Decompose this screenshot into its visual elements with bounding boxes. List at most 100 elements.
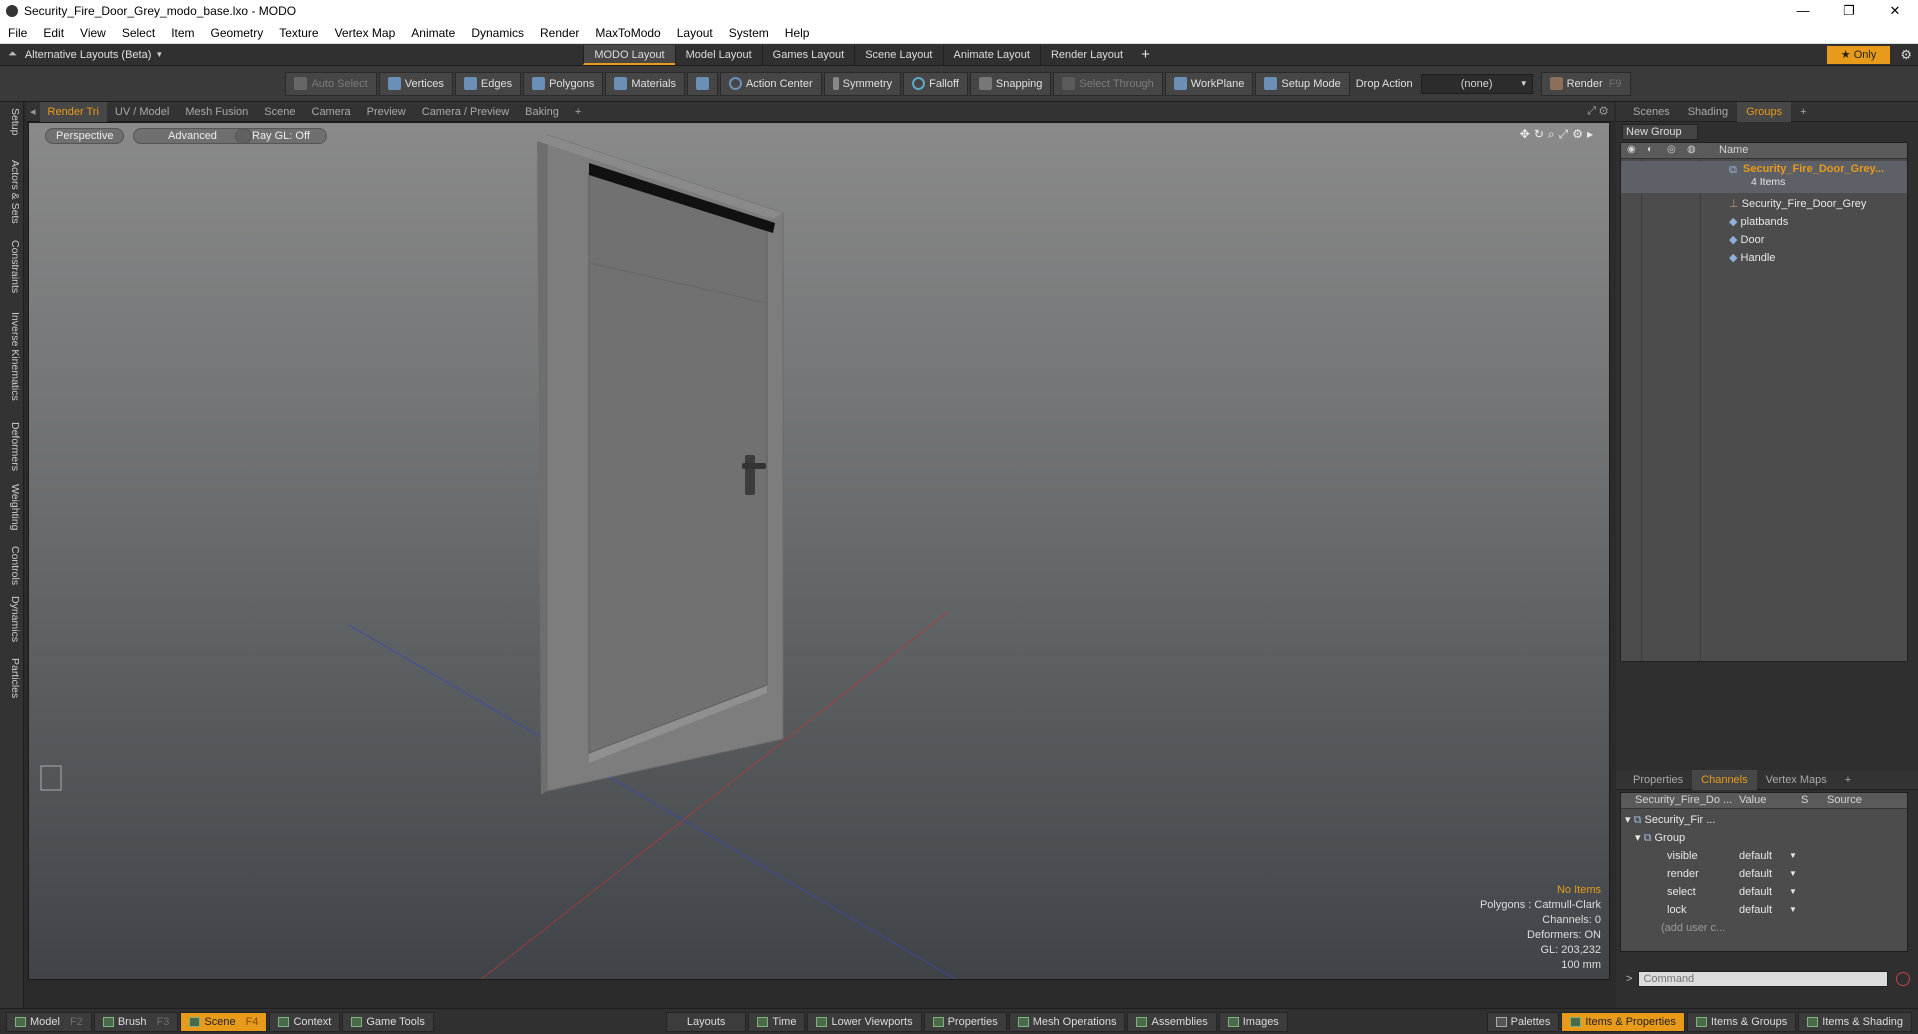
3d-viewport[interactable]: Perspective Advanced Ray GL: Off ✥↻⌕⤢⚙▸ … (28, 122, 1610, 980)
items-properties-button[interactable]: Items & Properties (1561, 1011, 1685, 1032)
tab-model-layout[interactable]: Model Layout (674, 44, 762, 65)
vtab-controls[interactable]: Controls (9, 546, 21, 585)
menu-animate[interactable]: Animate (403, 26, 463, 40)
workplane-button[interactable]: WorkPlane (1164, 71, 1254, 96)
channel-value[interactable]: default (1739, 865, 1772, 883)
menu-help[interactable]: Help (777, 26, 818, 40)
render-button[interactable]: Render F9 (1540, 71, 1631, 96)
vtab-inverse-kinematics[interactable]: Inverse Kinematics (9, 312, 21, 401)
chevron-down-icon[interactable]: ▼ (1789, 901, 1797, 919)
menu-system[interactable]: System (721, 26, 777, 40)
list-item[interactable]: ◆ Handle (1729, 249, 1775, 267)
items-groups-button[interactable]: Items & Groups (1686, 1011, 1797, 1032)
tab-games-layout[interactable]: Games Layout (761, 44, 855, 65)
vertices-button[interactable]: Vertices (378, 71, 453, 96)
tab-properties[interactable]: Properties (1624, 770, 1692, 790)
channel-root-row[interactable]: ▾ ⧉ Security_Fir ... (1625, 811, 1715, 829)
channel-group-row[interactable]: ▾ ⧉ Group (1635, 829, 1685, 847)
menu-geometry[interactable]: Geometry (203, 26, 272, 40)
channel-row[interactable]: lock default ▼ (1621, 901, 1907, 919)
polygons-button[interactable]: Polygons (523, 71, 604, 96)
tab-render-tri[interactable]: Render Tri (39, 101, 107, 122)
channel-row[interactable]: visible default ▼ (1621, 847, 1907, 865)
tab-scene-layout[interactable]: Scene Layout (854, 44, 942, 65)
channel-row[interactable]: select default ▼ (1621, 883, 1907, 901)
tab-modo-layout[interactable]: MODO Layout (583, 44, 675, 65)
viewport-expand-icon[interactable]: ⤢ ⚙ (1581, 105, 1614, 118)
add-panel-tab[interactable]: + (1791, 102, 1815, 122)
menu-vertex-map[interactable]: Vertex Map (327, 26, 404, 40)
setup-mode-button[interactable]: Setup Mode (1255, 71, 1350, 96)
tab-groups[interactable]: Groups (1737, 101, 1792, 122)
menu-item[interactable]: Item (163, 26, 202, 40)
minimize-button[interactable]: — (1780, 3, 1826, 19)
materials-button[interactable]: Materials (605, 71, 685, 96)
lock-icon[interactable]: ◎ (1667, 144, 1676, 155)
select-through-button[interactable]: Select Through (1053, 71, 1163, 96)
images-button[interactable]: Images (1218, 1011, 1288, 1032)
collapse-icon[interactable]: ⏶ (0, 48, 25, 61)
tab-uv-model[interactable]: UV / Model (107, 102, 177, 122)
properties-button[interactable]: Properties (923, 1011, 1007, 1032)
vtab-particles[interactable]: Particles (9, 658, 21, 698)
group-row[interactable]: ⧉ Security_Fire_Door_Grey... 4 Items (1621, 161, 1907, 193)
list-item[interactable]: ◆ platbands (1729, 213, 1788, 231)
tab-render-layout[interactable]: Render Layout (1039, 44, 1133, 65)
chevron-down-icon[interactable]: ▼ (1789, 883, 1797, 901)
edges-button[interactable]: Edges (454, 71, 522, 96)
viewport-menu-icon[interactable]: ◂ (26, 105, 40, 118)
auto-select-button[interactable]: Auto Select (285, 71, 377, 96)
time-button[interactable]: Time (748, 1011, 806, 1032)
drop-action-select[interactable]: (none) ▼ (1420, 73, 1533, 94)
game-tools-button[interactable]: Game Tools (342, 1011, 434, 1032)
vtab-setup[interactable]: Setup (9, 108, 21, 135)
tab-camera[interactable]: Camera (304, 102, 359, 122)
tab-scenes[interactable]: Scenes (1624, 102, 1679, 122)
command-input[interactable] (1638, 971, 1889, 987)
assemblies-button[interactable]: Assemblies (1127, 1011, 1217, 1032)
render-toggle-icon[interactable]: ◐ (1647, 144, 1653, 155)
chevron-down-icon[interactable]: ▼ (1789, 847, 1797, 865)
menu-file[interactable]: File (0, 26, 35, 40)
eye-icon[interactable]: ◉ (1627, 144, 1636, 155)
vtab-weighting[interactable]: Weighting (9, 484, 21, 531)
tab-channels[interactable]: Channels (1692, 769, 1757, 790)
channel-value[interactable]: default (1739, 847, 1772, 865)
chevron-down-icon[interactable]: ▼ (1789, 865, 1797, 883)
menu-render[interactable]: Render (532, 26, 587, 40)
items-shading-button[interactable]: Items & Shading (1798, 1011, 1912, 1032)
tab-animate-layout[interactable]: Animate Layout (942, 44, 1040, 65)
mesh-operations-button[interactable]: Mesh Operations (1008, 1011, 1126, 1032)
tab-vertex-maps[interactable]: Vertex Maps (1757, 770, 1836, 790)
list-item[interactable]: ◆ Door (1729, 231, 1764, 249)
falloff-button[interactable]: Falloff (903, 71, 968, 96)
palettes-button[interactable]: Palettes (1486, 1011, 1560, 1032)
menu-layout[interactable]: Layout (669, 26, 721, 40)
menu-view[interactable]: View (72, 26, 114, 40)
menu-dynamics[interactable]: Dynamics (463, 26, 532, 40)
gear-icon[interactable]: ⚙ (1900, 47, 1912, 63)
new-group-button[interactable]: New Group (1622, 124, 1698, 140)
symmetry-button[interactable]: Symmetry (823, 71, 902, 96)
alternative-layouts-dropdown[interactable]: Alternative Layouts (Beta) (25, 49, 156, 61)
only-button[interactable]: ★ Only (1826, 45, 1891, 64)
tab-scene[interactable]: Scene (256, 102, 303, 122)
restore-button[interactable]: ❐ (1826, 3, 1872, 19)
item-mode-button[interactable] (686, 71, 718, 96)
vtab-constraints[interactable]: Constraints (9, 240, 21, 293)
tab-baking[interactable]: Baking (517, 102, 567, 122)
vtab-actors-sets[interactable]: Actors & Sets (9, 160, 21, 224)
lower-viewports-button[interactable]: Lower Viewports (807, 1011, 922, 1032)
add-panel-tab[interactable]: + (1836, 770, 1860, 790)
add-tab-button[interactable]: + (567, 102, 589, 122)
tab-camera-preview[interactable]: Camera / Preview (414, 102, 517, 122)
vtab-deformers[interactable]: Deformers (9, 422, 21, 471)
tab-mesh-fusion[interactable]: Mesh Fusion (177, 102, 256, 122)
vtab-dynamics[interactable]: Dynamics (9, 596, 21, 642)
list-item[interactable]: ⊥ Security_Fire_Door_Grey (1729, 195, 1866, 213)
close-button[interactable]: ✕ (1872, 3, 1918, 19)
menu-maxtomodo[interactable]: MaxToModo (587, 26, 668, 40)
context-button[interactable]: Context (269, 1011, 341, 1032)
tab-shading[interactable]: Shading (1679, 102, 1737, 122)
menu-edit[interactable]: Edit (35, 26, 72, 40)
